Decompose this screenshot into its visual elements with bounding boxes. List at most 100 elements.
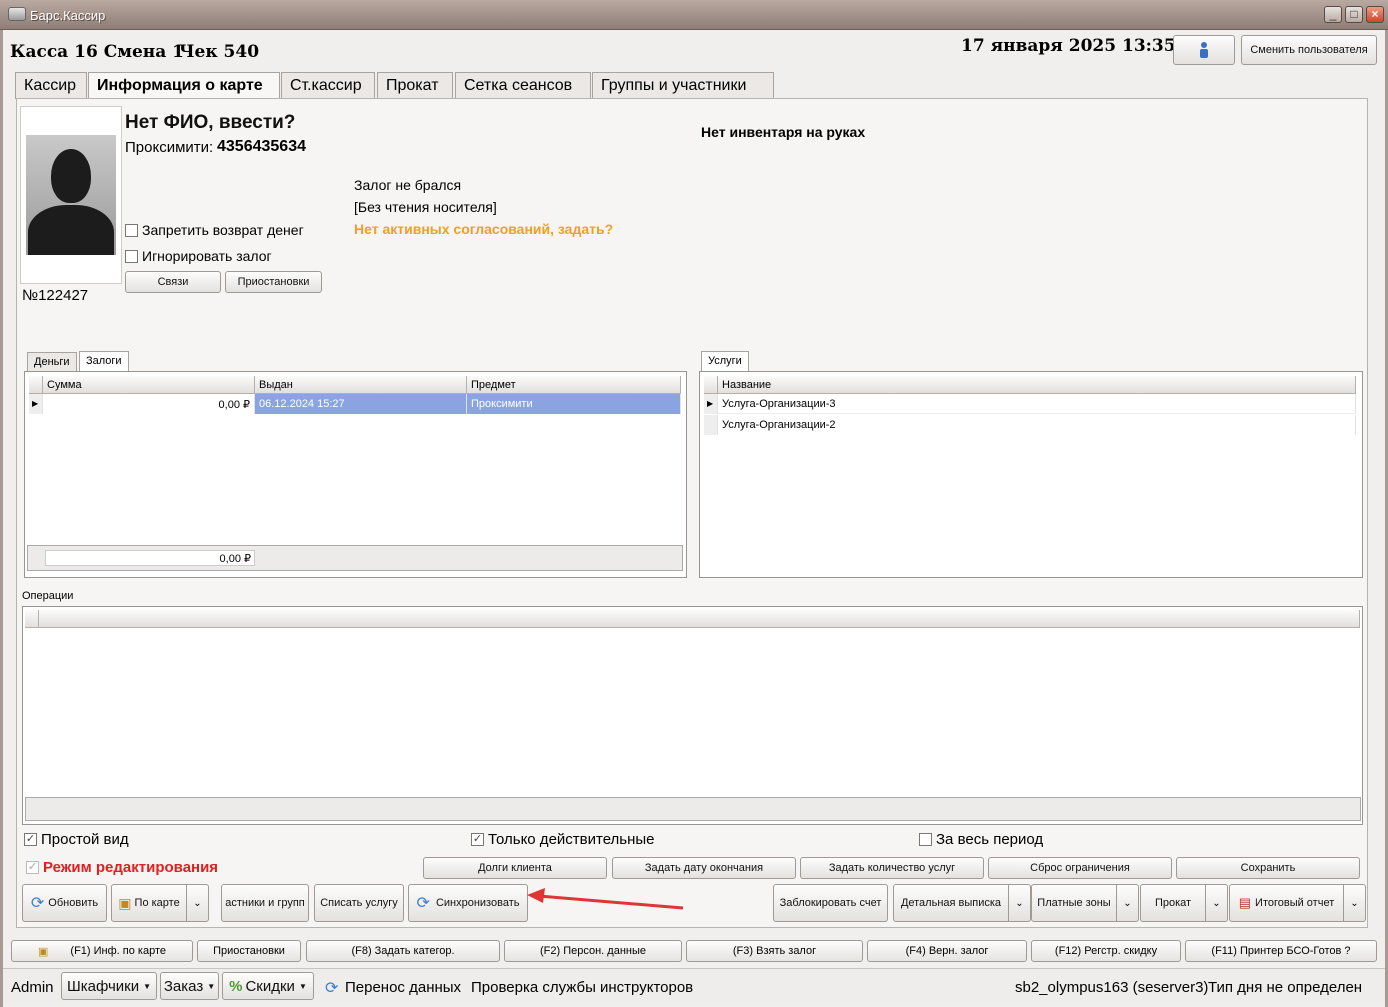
f8-set-category-button[interactable]: (F8) Задать категор. (306, 940, 500, 962)
f3-take-deposit-button[interactable]: (F3) Взять залог (686, 940, 863, 962)
operations-header (39, 610, 1360, 628)
tab-cashier[interactable]: Кассир (15, 72, 87, 99)
write-off-service-button[interactable]: Списать услугу (314, 884, 404, 922)
inventory-status: Нет инвентаря на руках (701, 124, 866, 140)
suspensions-button[interactable]: Приостановки (225, 271, 322, 293)
instructors-check-link[interactable]: Проверка службы инструкторов (471, 979, 693, 996)
detail-statement-dropdown[interactable]: ⌄ (1009, 884, 1031, 922)
only-valid-checkbox[interactable]: ✓ Только действительные (471, 831, 655, 848)
tab-senior-cashier[interactable]: Ст.кассир (281, 72, 375, 99)
card-number: №122427 (22, 287, 89, 304)
day-type: Тип дня не определен (1208, 979, 1363, 996)
lockers-label: Шкафчики (66, 977, 140, 995)
maximize-icon[interactable]: □ (1345, 6, 1363, 23)
by-card-button[interactable]: ▣ По карте (111, 884, 187, 922)
set-services-count-button[interactable]: Задать количество услуг (800, 857, 984, 879)
dropdown-arrow-icon: ▼ (143, 981, 152, 991)
forbid-refund-checkbox[interactable]: Запретить возврат денег (125, 222, 304, 238)
forbid-refund-label: Запретить возврат денег (142, 222, 304, 238)
save-button[interactable]: Сохранить (1176, 857, 1360, 879)
suspensions-fkey-button[interactable]: Приостановки (197, 940, 301, 962)
tab-rental[interactable]: Прокат (377, 72, 453, 99)
paid-zones-button[interactable]: Платные зоны (1031, 884, 1117, 922)
subtab-money[interactable]: Деньги (27, 352, 77, 372)
deposits-total: 0,00 ₽ (45, 550, 255, 566)
user-icon: ▣ (38, 945, 49, 958)
subtab-deposits[interactable]: Залоги (79, 351, 129, 372)
proximity-label: Проксимити: (125, 139, 214, 156)
col-sum[interactable]: Сумма (43, 376, 255, 394)
current-user: Admin (11, 979, 54, 996)
session-info: Касса 16 Смена 1 (10, 42, 185, 62)
reset-limit-button[interactable]: Сброс ограничения (988, 857, 1172, 879)
refresh-icon: ⟳ (30, 895, 45, 912)
f4-return-deposit-button[interactable]: (F4) Верн. залог (867, 940, 1027, 962)
table-cell-sum[interactable]: 0,00 ₽ (43, 394, 255, 414)
final-report-button[interactable]: ▤ Итоговый отчет (1229, 884, 1344, 922)
row-header-corner (29, 376, 43, 394)
refresh-button[interactable]: ⟳ Обновить (22, 884, 107, 922)
paid-zones-dropdown[interactable]: ⌄ (1117, 884, 1139, 922)
agreements-link[interactable]: Нет активных согласований, задать? (354, 221, 613, 237)
f2-personal-data-button[interactable]: (F2) Персон. данные (504, 940, 682, 962)
edit-mode-checkbox[interactable]: ✓ Режим редактирования (26, 859, 218, 876)
lockers-menu[interactable]: Шкафчики ▼ (61, 972, 157, 1000)
title-bar: Барс.Кассир _ □ × (0, 0, 1388, 30)
col-item[interactable]: Предмет (467, 376, 681, 394)
tab-sessions-grid[interactable]: Сетка сеансов (455, 72, 591, 99)
sync-icon: ⟳ (416, 895, 430, 912)
change-user-button[interactable]: Сменить пользователя (1241, 35, 1377, 65)
row-header-corner (704, 376, 718, 394)
edit-mode-label: Режим редактирования (43, 859, 219, 876)
f11-bso-printer-button[interactable]: (F11) Принтер БСО-Готов ? (1185, 940, 1377, 962)
user-info-button[interactable] (1173, 35, 1235, 65)
close-icon[interactable]: × (1366, 6, 1384, 23)
row-pointer-icon: ▶ (704, 394, 718, 414)
col-issued[interactable]: Выдан (255, 376, 467, 394)
client-debts-button[interactable]: Долги клиента (423, 857, 607, 879)
app-icon (8, 7, 26, 21)
by-card-label: По карте (134, 897, 180, 909)
proximity-value: 4356435634 (217, 138, 306, 155)
set-end-date-button[interactable]: Задать дату окончания (612, 857, 796, 879)
f12-register-discount-button[interactable]: (F12) Регстр. скидку (1031, 940, 1181, 962)
refresh-label: Обновить (48, 897, 99, 909)
whole-period-checkbox[interactable]: За весь период (919, 831, 1043, 848)
subtab-services[interactable]: Услуги (701, 351, 749, 372)
transfer-data-link[interactable]: Перенос данных (345, 979, 461, 996)
f1-card-info-button[interactable]: ▣ (F1) Инф. по карте (11, 940, 193, 962)
user-card-icon: ▣ (118, 894, 132, 911)
status-bar: Admin Шкафчики ▼ Заказ ▼ % Скидки ▼ ⟳ Перено… (3, 968, 1385, 1004)
discounts-menu[interactable]: % Скидки ▼ (222, 972, 314, 1000)
datetime: 17 января 2025 13:35:26 (961, 36, 1206, 56)
dropdown-arrow-icon: ▼ (207, 981, 216, 991)
order-menu[interactable]: Заказ ▼ (160, 972, 219, 1000)
rental-dropdown[interactable]: ⌄ (1206, 884, 1228, 922)
block-account-button[interactable]: Заблокировать счет (773, 884, 888, 922)
minimize-icon[interactable]: _ (1324, 6, 1342, 23)
deposits-footer: 0,00 ₽ (27, 545, 683, 571)
ignore-deposit-checkbox[interactable]: Игнорировать залог (125, 248, 272, 264)
client-name-link[interactable]: Нет ФИО, ввести? (125, 112, 295, 134)
table-cell-item[interactable]: Проксимити (467, 394, 681, 414)
window-title: Барс.Кассир (30, 8, 106, 23)
list-item[interactable]: Услуга-Организации-3 (718, 394, 1356, 414)
simple-view-checkbox[interactable]: ✓ Простой вид (24, 831, 129, 848)
col-name[interactable]: Название (718, 376, 1356, 394)
discounts-label: Скидки (245, 977, 295, 995)
sync-button[interactable]: ⟳ Синхронизовать (408, 884, 528, 922)
by-card-dropdown[interactable]: ⌄ (187, 884, 209, 922)
rental-button[interactable]: Прокат (1140, 884, 1206, 922)
tab-groups[interactable]: Группы и участники (592, 72, 774, 99)
final-report-dropdown[interactable]: ⌄ (1344, 884, 1366, 922)
transfer-icon: ⟳ (325, 980, 339, 997)
table-cell-issued[interactable]: 06.12.2024 15:27 (255, 394, 467, 414)
links-button[interactable]: Связи (125, 271, 221, 293)
list-item[interactable]: Услуга-Организации-2 (718, 415, 1356, 435)
participants-button[interactable]: астники и групп (221, 884, 309, 922)
simple-view-label: Простой вид (41, 831, 129, 848)
carrier-status: [Без чтения носителя] (354, 199, 497, 215)
detail-statement-button[interactable]: Детальная выписка (893, 884, 1009, 922)
tab-card-info[interactable]: Информация о карте (88, 72, 280, 100)
dropdown-arrow-icon: ▼ (298, 981, 307, 991)
